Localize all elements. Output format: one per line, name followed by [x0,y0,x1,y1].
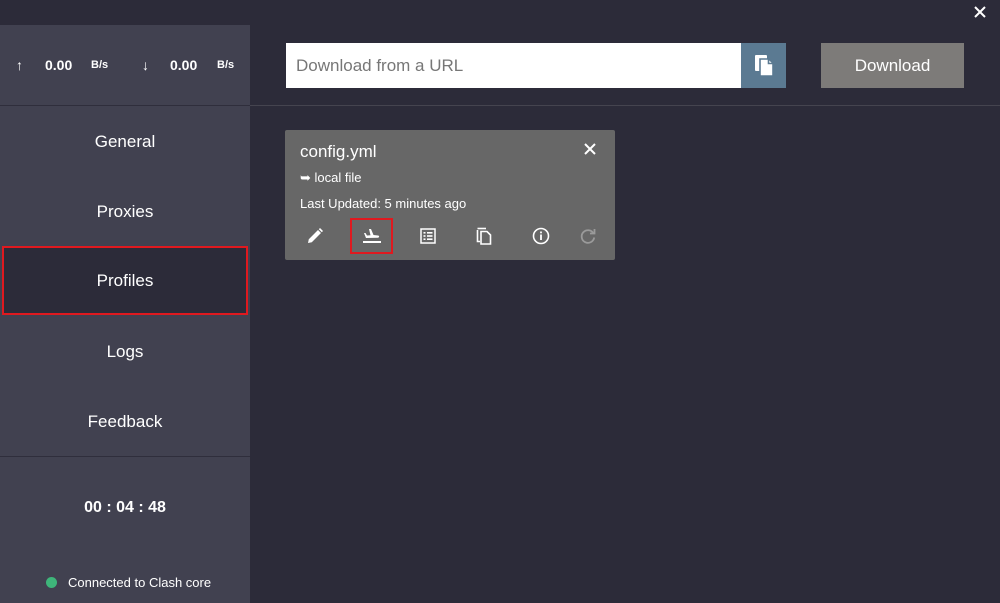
download-speed-value: 0.00 [170,57,198,73]
profile-source: ➥ local file [300,170,362,185]
sidebar-item-general[interactable]: General [0,107,250,177]
paste-icon [754,54,774,77]
upload-speed-unit: B/s [91,59,109,71]
traffic-speed: ↑ 0.00 B/s ↓ 0.00 B/s [0,25,250,106]
close-window-icon[interactable] [972,4,988,20]
info-button[interactable] [523,218,559,254]
profile-actions [285,218,615,254]
upload-arrow-icon: ↑ [16,57,23,73]
upload-speed-value: 0.00 [45,57,73,73]
refresh-button[interactable] [570,218,606,254]
info-icon [532,227,550,245]
download-speed-unit: B/s [217,59,235,71]
download-url-input[interactable] [286,43,741,88]
edit-button[interactable] [297,218,333,254]
profile-card[interactable]: config.yml ➥ local file Last Updated: 5 … [285,130,615,260]
paste-button[interactable] [741,43,786,88]
sidebar-item-label: Feedback [87,412,163,431]
sidebar-item-proxies[interactable]: Proxies [0,177,250,247]
sidebar-item-feedback[interactable]: Feedback [0,387,250,457]
select-profile-button[interactable] [350,218,393,254]
profile-title: config.yml [300,142,377,161]
duplicate-button[interactable] [466,218,502,254]
main-panel: Download config.yml ➥ local file Last Up… [250,25,1000,603]
view-rules-button[interactable] [410,218,446,254]
download-arrow-icon: ↓ [142,57,149,73]
profile-last-updated: Last Updated: 5 minutes ago [300,196,467,211]
copy-icon [476,227,492,245]
sidebar-item-label: Proxies [96,202,154,221]
sidebar-item-label: Logs [106,342,144,361]
sidebar-item-label: Profiles [96,270,154,290]
status-dot-icon [46,577,57,588]
sidebar-item-label: General [94,132,156,151]
connection-status: Connected to Clash core [46,575,211,590]
delete-profile-icon[interactable] [583,142,597,156]
header-divider [250,105,1000,106]
list-icon [420,228,436,244]
status-text: Connected to Clash core [68,575,212,590]
edit-icon [308,228,323,243]
download-button[interactable]: Download [821,43,964,88]
sidebar-item-profiles[interactable]: Profiles [2,246,248,315]
sidebar: ↑ 0.00 B/s ↓ 0.00 B/s General Proxies Pr… [0,25,250,603]
select-profile-icon [362,229,381,243]
sidebar-item-logs[interactable]: Logs [0,317,250,387]
title-bar [0,0,1000,25]
sidebar-divider [0,456,250,457]
refresh-icon [580,229,596,244]
uptime-timer: 00 : 04 : 48 [84,499,166,516]
